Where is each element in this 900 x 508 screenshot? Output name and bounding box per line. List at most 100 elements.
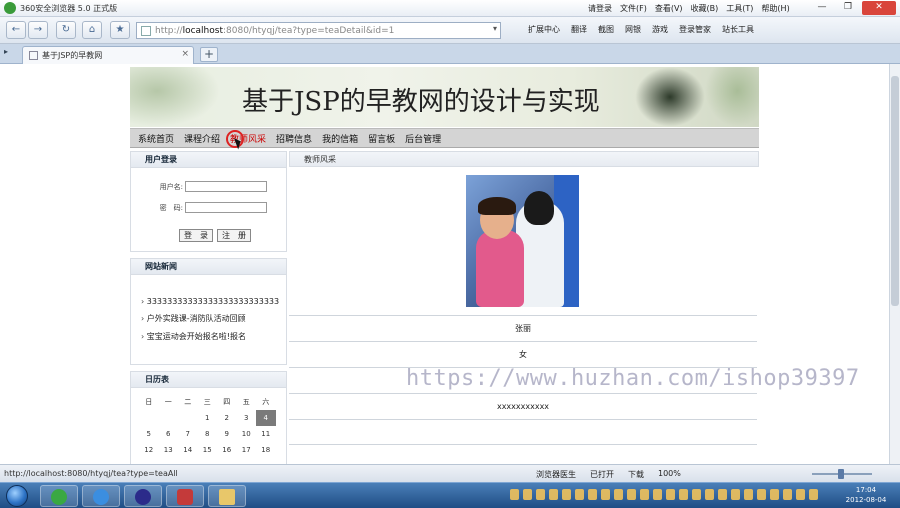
tray-icon[interactable]	[770, 489, 779, 500]
zoom-level[interactable]: 100%	[658, 469, 681, 480]
tray-icon[interactable]	[757, 489, 766, 500]
new-tab-button[interactable]: +	[200, 47, 218, 62]
minimize-button[interactable]: —	[810, 1, 834, 15]
nav-admin[interactable]: 后台管理	[405, 132, 441, 145]
back-button[interactable]: ←	[6, 21, 26, 39]
day-cell[interactable]: 1	[198, 410, 218, 426]
news-item[interactable]: 宝宝运动会开始报名啦!报名	[141, 331, 286, 342]
tray-icon[interactable]	[510, 489, 519, 500]
address-bar[interactable]: http:// localhost :8080/htyqj/tea?type=t…	[136, 22, 501, 39]
chevron-down-icon[interactable]: ▾	[493, 24, 497, 33]
news-item[interactable]: 户外实践课-消防队活动回顾	[141, 313, 286, 324]
day-cell[interactable]: 6	[159, 426, 179, 442]
tray-icon[interactable]	[614, 489, 623, 500]
taskbar-360-browser[interactable]	[40, 485, 78, 507]
tray-icon[interactable]	[731, 489, 740, 500]
day-cell[interactable]: 5	[139, 426, 159, 442]
taskbar-app[interactable]	[166, 485, 204, 507]
download-button[interactable]: 下载	[628, 469, 644, 480]
scrollbar-thumb[interactable]	[891, 76, 899, 306]
tray-icon[interactable]	[692, 489, 701, 500]
day-cell[interactable]: 15	[198, 442, 218, 458]
tray-icon[interactable]	[796, 489, 805, 500]
nav-home[interactable]: 系统首页	[138, 132, 174, 145]
menu-view[interactable]: 查看(V)	[655, 3, 683, 14]
extension-center-button[interactable]: 扩展中心	[528, 24, 560, 35]
tray-icon[interactable]	[653, 489, 662, 500]
webmaster-tools-button[interactable]: 站长工具	[722, 24, 754, 35]
day-cell[interactable]: 17	[237, 442, 257, 458]
home-button[interactable]: ⌂	[82, 21, 102, 39]
tray-icon[interactable]	[679, 489, 688, 500]
nav-guestbook[interactable]: 留言板	[368, 132, 395, 145]
taskbar-ie[interactable]	[82, 485, 120, 507]
login-button[interactable]: 登 录	[179, 229, 213, 242]
day-cell[interactable]: 16	[217, 442, 237, 458]
tray-icon[interactable]	[627, 489, 636, 500]
screenshot-button[interactable]: 截图	[598, 24, 614, 35]
tray-icon[interactable]	[601, 489, 610, 500]
system-tray	[510, 489, 818, 500]
register-button[interactable]: 注 册	[217, 229, 251, 242]
tray-icon[interactable]	[562, 489, 571, 500]
bank-button[interactable]: 网银	[625, 24, 641, 35]
password-input[interactable]	[185, 202, 267, 213]
nav-courses[interactable]: 课程介绍	[184, 132, 220, 145]
login-manager-button[interactable]: 登录管家	[679, 24, 711, 35]
forward-button[interactable]: →	[28, 21, 48, 39]
menu-file[interactable]: 文件(F)	[620, 3, 647, 14]
browser-menu-bar: 请登录 文件(F) 查看(V) 收藏(B) 工具(T) 帮助(H)	[588, 3, 790, 14]
nav-jobs[interactable]: 招聘信息	[276, 132, 312, 145]
tray-icon[interactable]	[783, 489, 792, 500]
day-cell[interactable]: 8	[198, 426, 218, 442]
vertical-scrollbar[interactable]	[889, 64, 900, 464]
sidebar-toggle-icon[interactable]: ▸	[4, 47, 16, 61]
news-item[interactable]: 33333333333333333333333333	[141, 297, 286, 306]
tray-icon[interactable]	[718, 489, 727, 500]
tray-icon[interactable]	[744, 489, 753, 500]
restore-button[interactable]: ❐	[836, 1, 860, 15]
tab-active[interactable]: 基于JSP的早教网 ×	[22, 46, 194, 64]
favorite-button[interactable]: ★	[110, 21, 130, 39]
nav-mailbox[interactable]: 我的信箱	[322, 132, 358, 145]
start-button-icon[interactable]	[6, 485, 28, 507]
day-cell[interactable]: 2	[217, 410, 237, 426]
tray-icon[interactable]	[640, 489, 649, 500]
close-button[interactable]: ✕	[862, 1, 896, 15]
menu-help[interactable]: 帮助(H)	[761, 3, 789, 14]
games-button[interactable]: 游戏	[652, 24, 668, 35]
day-cell[interactable]: 11	[256, 426, 276, 442]
username-input[interactable]	[185, 181, 267, 192]
zoom-slider[interactable]	[812, 469, 872, 479]
day-cell[interactable]: 14	[178, 442, 198, 458]
menu-favorites[interactable]: 收藏(B)	[691, 3, 719, 14]
tray-icon[interactable]	[523, 489, 532, 500]
tray-icon[interactable]	[575, 489, 584, 500]
tray-icon[interactable]	[809, 489, 818, 500]
refresh-button[interactable]: ↻	[56, 21, 76, 39]
day-cell[interactable]: 12	[139, 442, 159, 458]
opened-button[interactable]: 已打开	[590, 469, 614, 480]
day-cell[interactable]: 3	[237, 410, 257, 426]
day-cell[interactable]: 9	[217, 426, 237, 442]
tray-icon[interactable]	[549, 489, 558, 500]
day-cell[interactable]: 18	[256, 442, 276, 458]
tray-icon[interactable]	[666, 489, 675, 500]
translate-button[interactable]: 翻译	[571, 24, 587, 35]
tray-icon[interactable]	[588, 489, 597, 500]
day-cell-today[interactable]: 4	[256, 410, 276, 426]
zoom-slider-knob[interactable]	[838, 469, 844, 479]
tray-icon[interactable]	[705, 489, 714, 500]
browser-doctor-button[interactable]: 浏览器医生	[536, 469, 576, 480]
tray-icon[interactable]	[536, 489, 545, 500]
news-header: 网站新闻	[131, 259, 286, 275]
day-cell[interactable]: 10	[237, 426, 257, 442]
taskbar-eclipse[interactable]	[124, 485, 162, 507]
tab-close-icon[interactable]: ×	[181, 49, 189, 59]
taskbar-explorer[interactable]	[208, 485, 246, 507]
taskbar-clock[interactable]: 17:04 2012-08-04	[838, 485, 894, 505]
day-cell[interactable]: 13	[159, 442, 179, 458]
menu-tools[interactable]: 工具(T)	[726, 3, 753, 14]
day-cell[interactable]: 7	[178, 426, 198, 442]
menu-login[interactable]: 请登录	[588, 3, 612, 14]
